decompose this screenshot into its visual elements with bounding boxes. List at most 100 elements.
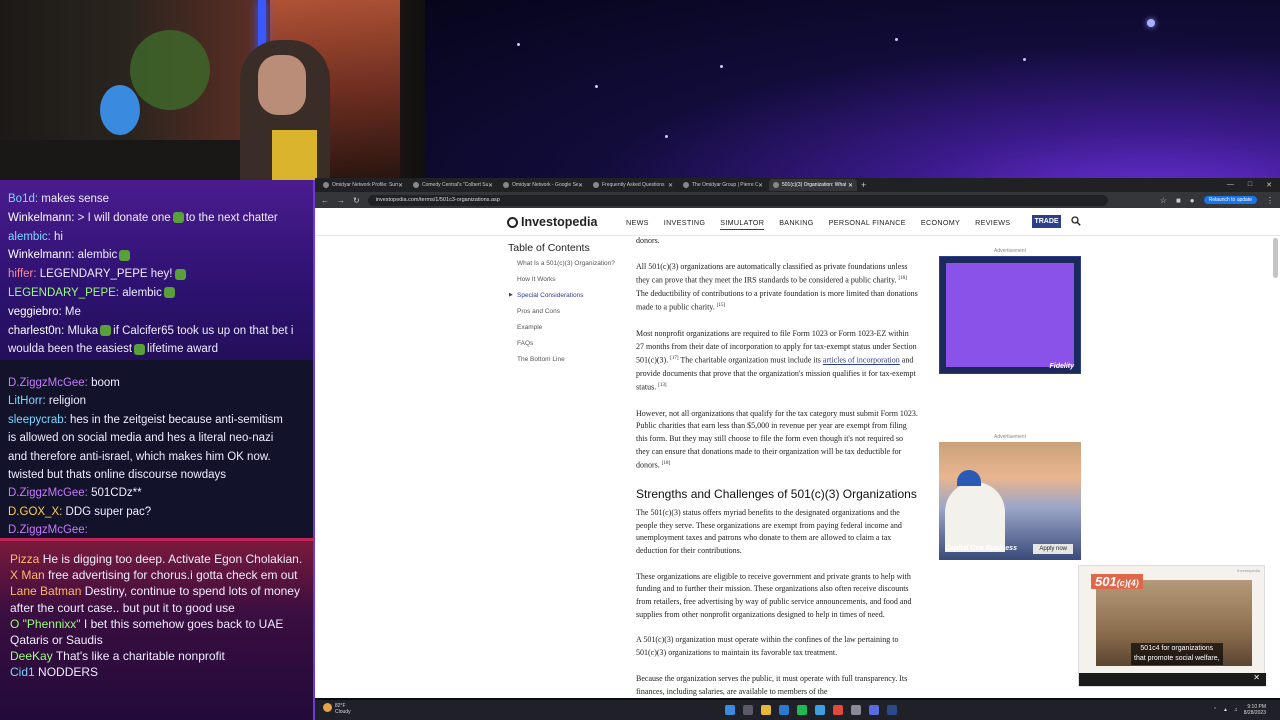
emote-icon [163,287,175,299]
ad-image [946,263,1074,367]
articles-of-incorporation-link[interactable]: articles of incorporation [823,356,900,365]
chat-username[interactable]: Lane Batman [10,584,81,598]
chat-username[interactable]: D.ZiggzMcGee: [8,377,88,389]
settings-icon[interactable] [851,705,861,715]
volume-icon[interactable]: ♫ [1234,707,1238,713]
citation[interactable]: [18] [662,461,670,466]
nav-item[interactable]: BANKING [779,218,813,230]
browser-tab[interactable]: Comedy Central's "Colbert Su ✕ [409,179,497,191]
extensions-icon[interactable]: ■ [1176,196,1181,205]
clock[interactable]: 9:10 PM 8/28/2023 [1244,704,1266,716]
address-bar[interactable]: investopedia.com/terms/1/501c3-organizat… [367,194,1108,206]
toc-item[interactable]: The Bottom Line [508,355,618,364]
chat-username[interactable]: veggiebro: [8,306,62,318]
toc-item[interactable]: Special Considerations [508,291,618,300]
back-icon[interactable]: ← [321,196,329,205]
chat-username[interactable]: LEGENDARY_PEPE: [8,287,119,299]
nav-item[interactable]: PERSONAL FINANCE [829,218,906,230]
browser-tab[interactable]: 501(c)(3) Organization: What ✕ [769,179,857,191]
video-player[interactable]: 501(c)(4) 501c4 for organizations that p… [1078,565,1266,687]
bookmark-star-icon[interactable]: ☆ [1160,196,1167,205]
webcam-figurine [100,85,140,135]
glowing-orb [1147,19,1155,27]
nav-item[interactable]: ECONOMY [921,218,960,230]
browser-tab[interactable]: Omidyar Network Profile: Sum ✕ [319,179,407,191]
citation[interactable]: [16] [899,276,907,281]
ad-dome [957,470,981,486]
page-scrollbar[interactable] [1273,238,1278,278]
chat-username[interactable]: X Man [10,568,45,582]
steam-icon[interactable] [887,705,897,715]
investopedia-logo[interactable]: Investopedia [507,215,597,229]
chat-username[interactable]: Winkelmann: [8,249,74,261]
toc-item[interactable]: What Is a 501(c)(3) Organization? [508,259,618,268]
tab-close-icon[interactable]: ✕ [758,182,763,189]
tab-close-icon[interactable]: ✕ [578,182,583,189]
chat-username[interactable]: D.GOX_X: [8,506,62,518]
forward-icon[interactable]: → [337,196,345,205]
chat-message: LEGENDARY_PEPE: alembic [8,284,305,303]
chat-username[interactable]: sleepycrab: [8,414,67,426]
reload-icon[interactable]: ↻ [353,196,360,205]
citation[interactable]: [17] [670,356,678,361]
nav-item[interactable]: INVESTING [664,218,705,230]
chat-username[interactable]: Winkelmann: [8,212,74,224]
new-tab-button[interactable]: + [861,180,866,190]
toc-item[interactable]: How It Works [508,275,618,284]
chat-username[interactable]: O "Phennixx" [10,617,81,631]
toc-item[interactable]: Pros and Cons [508,307,618,316]
fidelity-ad[interactable]: Fidelity [939,256,1081,374]
chat-username[interactable]: Cid1 [10,665,35,679]
tab-close-icon[interactable]: ✕ [848,182,853,189]
profile-icon[interactable]: ● [1190,196,1195,205]
apply-now-button[interactable]: Apply now [1033,544,1073,554]
chat-username[interactable]: D.ZiggzMcGee: [8,524,88,536]
chrome-icon[interactable] [833,705,843,715]
chat-username[interactable]: DeeKay [10,649,53,663]
menu-icon[interactable]: ⋮ [1266,196,1274,205]
chat-text: twisted but thats online discourse nowda… [8,469,226,482]
search-icon[interactable] [1071,216,1081,226]
chat-username[interactable]: charlest0n: [8,325,64,337]
chat-username[interactable]: D.ZiggzMcGee: [8,487,88,499]
chat-username[interactable]: alembic: [8,231,51,243]
browser-tab[interactable]: Frequently Asked Questions ✕ [589,179,677,191]
capital-one-ad[interactable]: Capital One Business Apply now [939,442,1081,560]
weather-widget[interactable]: 82°F Cloudy [323,703,351,715]
spotify-icon[interactable] [797,705,807,715]
chat-username[interactable]: hiffer: [8,268,37,280]
chat-text: Mluka [67,324,99,337]
toc-item[interactable]: Example [508,323,618,332]
chat-username[interactable]: Bo1d: [8,193,38,205]
chat-username[interactable]: LitHorr: [8,395,46,407]
chat-text: LEGENDARY_PEPE hey! [39,268,173,281]
video-control-bar: ✕ [1079,673,1266,686]
toc-item[interactable]: FAQs [508,339,618,348]
citation[interactable]: [13] [658,383,666,388]
start-icon[interactable] [725,705,735,715]
network-icon[interactable]: ▲ [1223,707,1228,713]
chat-panel-bottom: Pizza He is digging too deep. Activate E… [0,538,315,720]
browser-tab[interactable]: Omidyar Network - Google Se ✕ [499,179,587,191]
chat-username[interactable]: Pizza [10,552,39,566]
browser-tab[interactable]: The Omidyar Group | Pierre Om ✕ [679,179,767,191]
app-icon[interactable] [815,705,825,715]
maximize-icon[interactable]: □ [1248,181,1252,189]
relaunch-button[interactable]: Relaunch to update [1203,196,1257,204]
close-video-icon[interactable]: ✕ [1253,673,1260,682]
nav-item[interactable]: NEWS [626,218,649,230]
app-icon[interactable] [779,705,789,715]
nav-item[interactable]: REVIEWS [975,218,1010,230]
citation[interactable]: [15] [717,303,725,308]
file-explorer-icon[interactable] [761,705,771,715]
tab-close-icon[interactable]: ✕ [668,182,673,189]
close-window-icon[interactable]: ✕ [1266,181,1272,189]
tab-close-icon[interactable]: ✕ [398,182,403,189]
tab-close-icon[interactable]: ✕ [488,182,493,189]
search-taskbar-icon[interactable] [743,705,753,715]
trade-button[interactable]: TRADE [1032,215,1061,228]
minimize-icon[interactable]: — [1227,181,1234,189]
app-icon[interactable] [869,705,879,715]
chevron-up-icon[interactable]: ⌃ [1213,707,1217,713]
nav-item[interactable]: SIMULATOR [720,218,765,230]
